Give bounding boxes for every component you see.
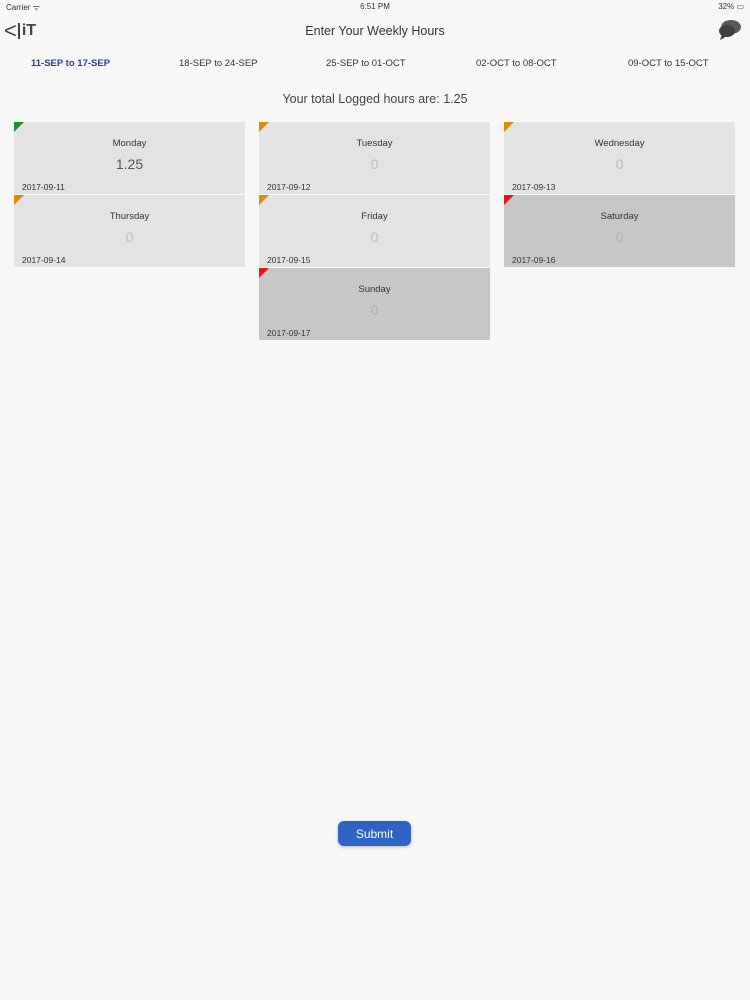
- day-hours: 1.25: [115, 156, 144, 172]
- total-hours-label: Your total Logged hours are: 1.25: [282, 92, 468, 106]
- clock: 6:51 PM: [360, 2, 390, 11]
- status-corner: [259, 195, 269, 205]
- day-hours: 0: [370, 229, 379, 245]
- day-hours: 0: [615, 156, 624, 172]
- day-date: 2017-09-14: [22, 255, 66, 265]
- tab-week-3[interactable]: 25-SEP to 01-OCT: [326, 58, 406, 69]
- day-name: Thursday: [109, 211, 150, 222]
- day-date: 2017-09-17: [267, 328, 311, 338]
- submit-button[interactable]: Submit: [338, 821, 411, 846]
- day-date: 2017-09-13: [512, 182, 556, 192]
- day-card-saturday[interactable]: Saturday 0 2017-09-16: [504, 195, 735, 267]
- day-hours: 0: [370, 156, 379, 172]
- day-card-wednesday[interactable]: Wednesday 0 2017-09-13: [504, 122, 735, 194]
- day-name: Monday: [112, 138, 147, 149]
- day-date: 2017-09-16: [512, 255, 556, 265]
- day-card-thursday[interactable]: Thursday 0 2017-09-14: [14, 195, 245, 267]
- day-date: 2017-09-15: [267, 255, 311, 265]
- day-name: Wednesday: [594, 138, 645, 149]
- status-corner: [259, 268, 269, 278]
- status-corner: [504, 195, 514, 205]
- week-tabs: 11-SEP to 17-SEP 18-SEP to 24-SEP 25-SEP…: [0, 58, 750, 74]
- tab-week-2[interactable]: 18-SEP to 24-SEP: [179, 58, 258, 69]
- day-name: Sunday: [358, 284, 391, 295]
- day-card-sunday[interactable]: Sunday 0 2017-09-17: [259, 268, 490, 340]
- tab-week-5[interactable]: 09-OCT to 15-OCT: [628, 58, 709, 69]
- status-corner: [14, 122, 24, 132]
- day-name: Tuesday: [356, 138, 393, 149]
- day-hours: 0: [615, 229, 624, 245]
- status-corner: [259, 122, 269, 132]
- tab-week-4[interactable]: 02-OCT to 08-OCT: [476, 58, 557, 69]
- day-card-tuesday[interactable]: Tuesday 0 2017-09-12: [259, 122, 490, 194]
- day-card-monday[interactable]: Monday 1.25 2017-09-11: [14, 122, 245, 194]
- status-bar: Carrier ᯤ 6:51 PM 32% ▭: [0, 0, 750, 14]
- day-hours: 0: [125, 229, 134, 245]
- status-corner: [14, 195, 24, 205]
- day-date: 2017-09-11: [22, 182, 65, 192]
- day-name: Saturday: [600, 211, 639, 222]
- day-date: 2017-09-12: [267, 182, 311, 192]
- page-title: Enter Your Weekly Hours: [305, 24, 445, 38]
- status-corner: [504, 122, 514, 132]
- tab-week-1[interactable]: 11-SEP to 17-SEP: [31, 58, 110, 69]
- chat-bubbles-icon[interactable]: [718, 19, 742, 41]
- battery-indicator: 32% ▭: [718, 2, 744, 11]
- day-hours: 0: [370, 302, 379, 318]
- day-card-friday[interactable]: Friday 0 2017-09-15: [259, 195, 490, 267]
- day-name: Friday: [361, 211, 388, 222]
